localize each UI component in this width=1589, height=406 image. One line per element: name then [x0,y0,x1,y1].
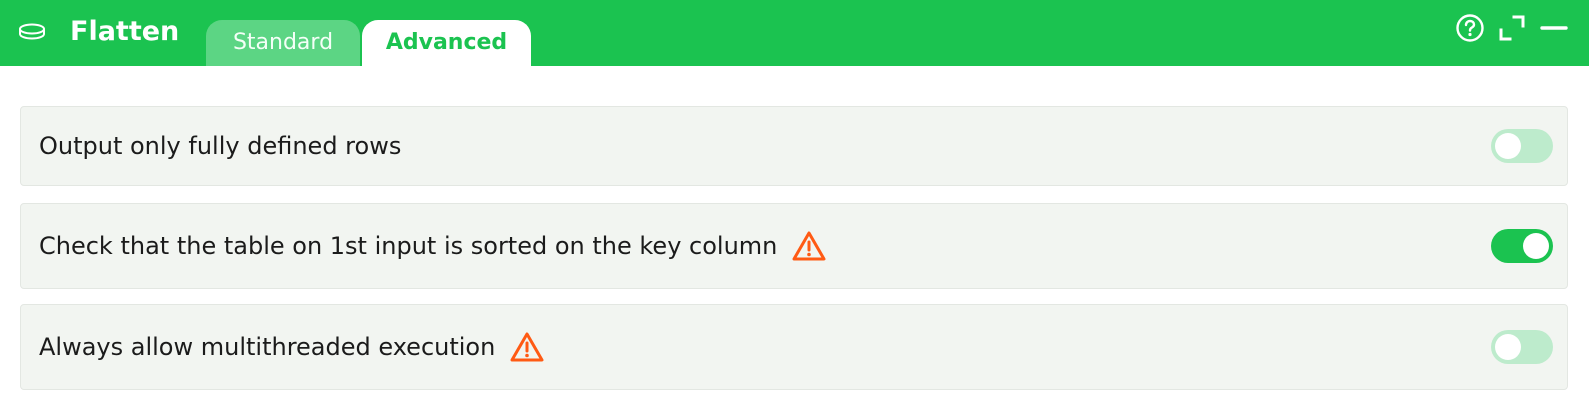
toggle-knob [1523,233,1549,259]
tab-advanced[interactable]: Advanced [362,20,531,66]
toggle-fully-defined-rows[interactable] [1491,129,1553,163]
warning-triangle-icon [510,332,544,362]
toggle-knob [1495,133,1521,159]
warning-triangle-icon [792,231,826,261]
help-button[interactable] [1455,13,1485,43]
minimize-icon [1540,26,1568,30]
setting-row-multithreaded: Always allow multithreaded execution [20,304,1568,390]
header-actions [1455,11,1569,45]
minimize-button[interactable] [1539,13,1569,43]
widget-header: Flatten Standard Advanced [0,0,1589,66]
toggle-check-sorted[interactable] [1491,229,1553,263]
tab-standard[interactable]: Standard [206,20,360,66]
database-stack-icon [19,23,45,40]
expand-button[interactable] [1497,13,1527,43]
help-icon [1456,14,1484,42]
setting-label: Output only fully defined rows [39,132,402,160]
expand-icon [1499,15,1525,41]
toggle-multithreaded[interactable] [1491,330,1553,364]
setting-row-check-sorted: Check that the table on 1st input is sor… [20,203,1568,289]
setting-label: Always allow multithreaded execution [39,333,496,361]
setting-row-fully-defined-rows: Output only fully defined rows [20,106,1568,186]
setting-label: Check that the table on 1st input is sor… [39,232,778,260]
toggle-knob [1495,334,1521,360]
widget-title: Flatten [70,16,180,47]
